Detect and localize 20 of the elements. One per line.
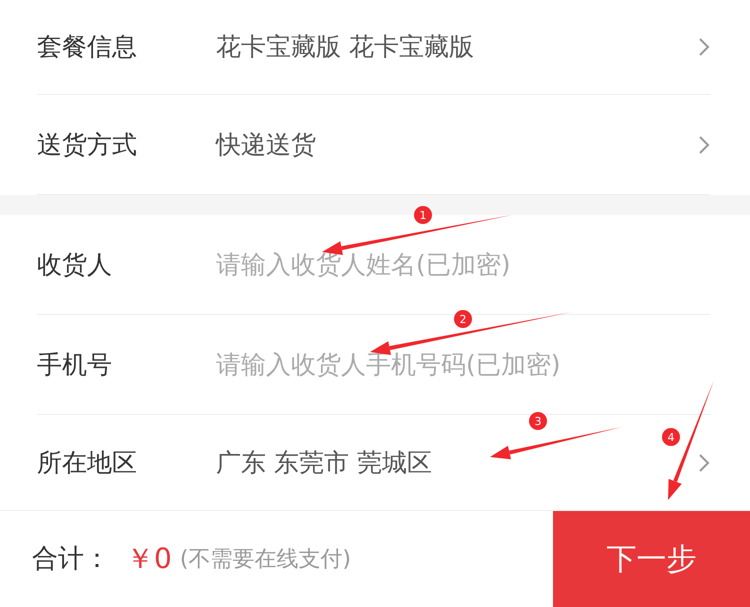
total-label: 合计： [31,542,110,576]
field-label: 套餐信息 [37,31,138,64]
chevron-right-icon [698,134,710,154]
field-label: 送货方式 [37,128,138,161]
number-badge: 1 [414,206,432,224]
payment-note: (不需要在线支付) [180,546,351,574]
field-value[interactable]: 广东 东莞市 莞城区 [216,444,432,482]
chevron-right-icon [698,452,710,472]
number-badge: 3 [529,412,547,430]
field-label: 所在地区 [37,446,138,479]
field-value[interactable]: 花卡宝藏版 花卡宝藏版 [216,28,474,66]
field-value[interactable]: 快递送货 [216,126,316,164]
next-button[interactable]: 下一步 [553,510,750,607]
field-label: 收货人 [37,248,113,281]
number-badge: 4 [662,428,680,446]
input-field[interactable]: 请输入收货人姓名(已加密) [216,246,656,284]
chevron-right-icon [698,37,710,57]
total-amount: ￥0 [126,541,172,577]
field-label: 手机号 [37,348,113,381]
number-badge: 2 [454,310,472,328]
